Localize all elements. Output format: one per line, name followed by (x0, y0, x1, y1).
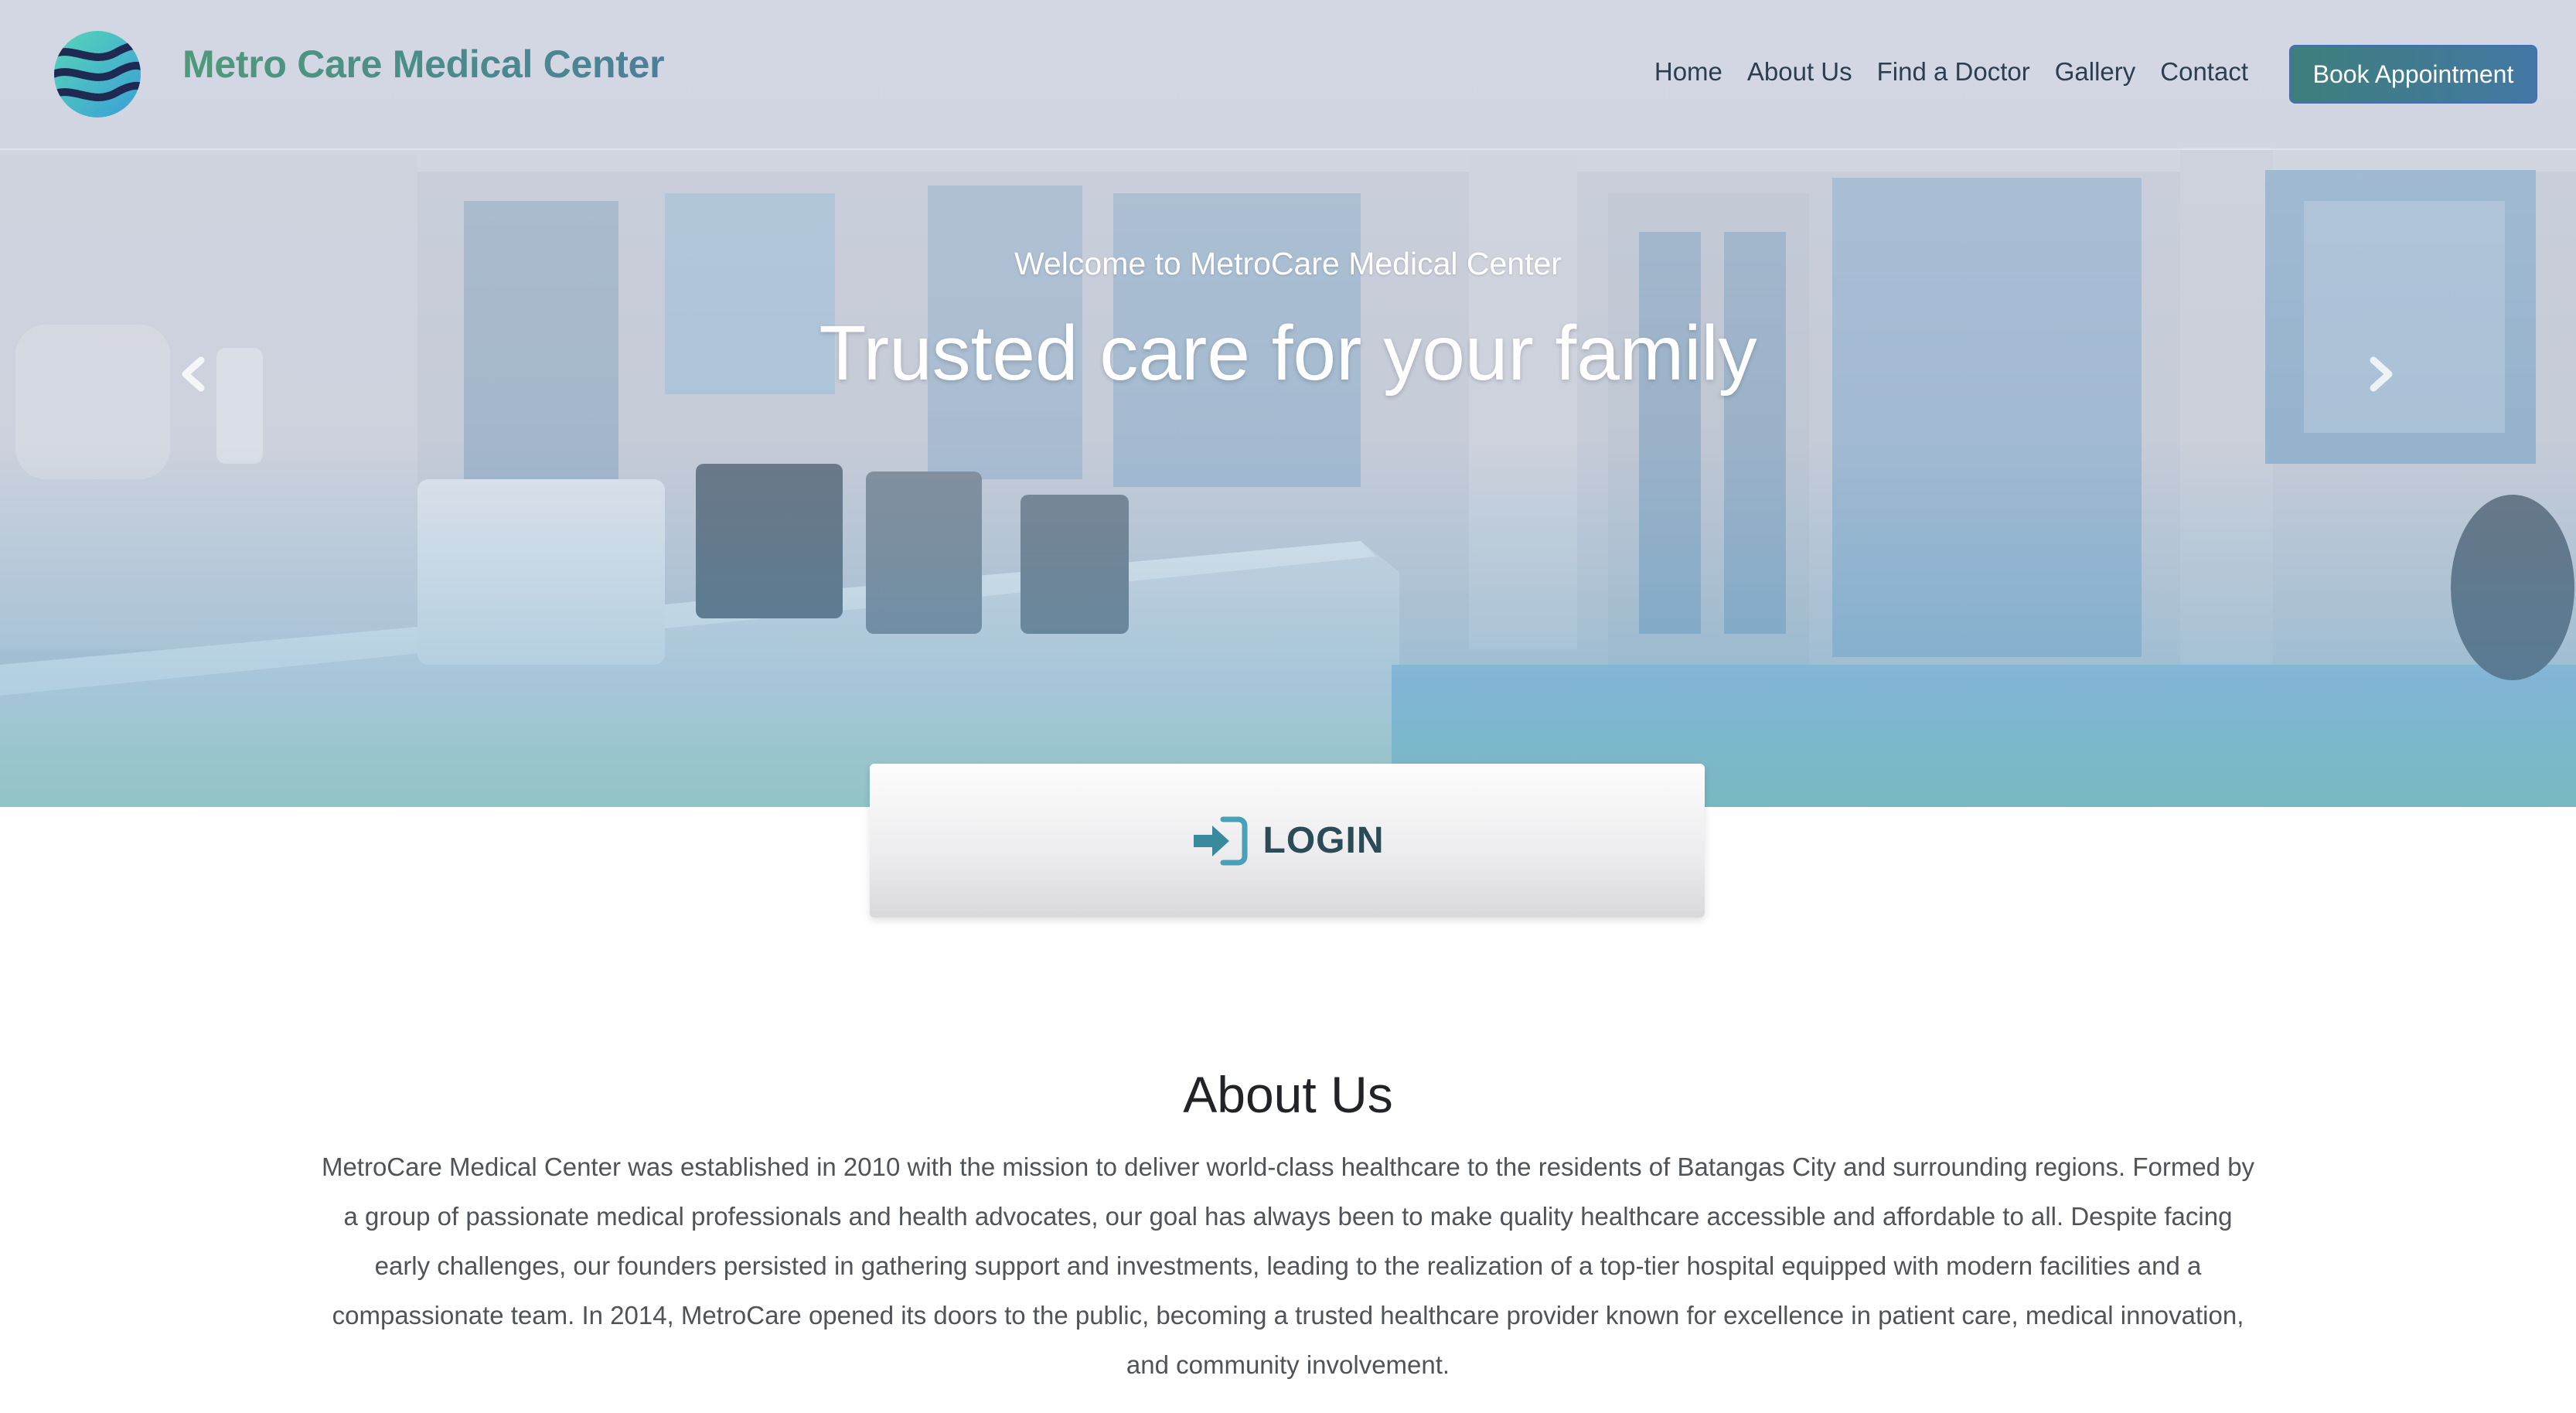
hero-title: Trusted care for your family (819, 310, 1757, 397)
chevron-left-icon[interactable] (170, 351, 216, 397)
login-button[interactable]: LOGIN (870, 764, 1705, 918)
chevron-right-icon[interactable] (2358, 351, 2404, 397)
nav-gallery[interactable]: Gallery (2055, 57, 2136, 87)
about-title: About Us (1183, 1066, 1393, 1123)
nav-contact[interactable]: Contact (2160, 57, 2248, 87)
nav-find-a-doctor[interactable]: Find a Doctor (1877, 57, 2030, 87)
login-label: LOGIN (1262, 820, 1385, 861)
nav-about-us[interactable]: About Us (1747, 57, 1852, 87)
brand-name[interactable]: Metro Care Medical Center (182, 42, 665, 87)
about-description: MetroCare Medical Center was established… (321, 1153, 2255, 1379)
sign-in-icon (1193, 816, 1247, 865)
navbar: Metro Care Medical Center Home About Us … (0, 0, 2576, 150)
hero-subtitle: Welcome to MetroCare Medical Center (1014, 246, 1562, 281)
nav-links: Home About Us Find a Doctor Gallery Cont… (1654, 57, 2248, 87)
nav-home[interactable]: Home (1654, 57, 1722, 87)
logo-icon[interactable] (53, 29, 142, 119)
book-appointment-button[interactable]: Book Appointment (2289, 45, 2537, 104)
